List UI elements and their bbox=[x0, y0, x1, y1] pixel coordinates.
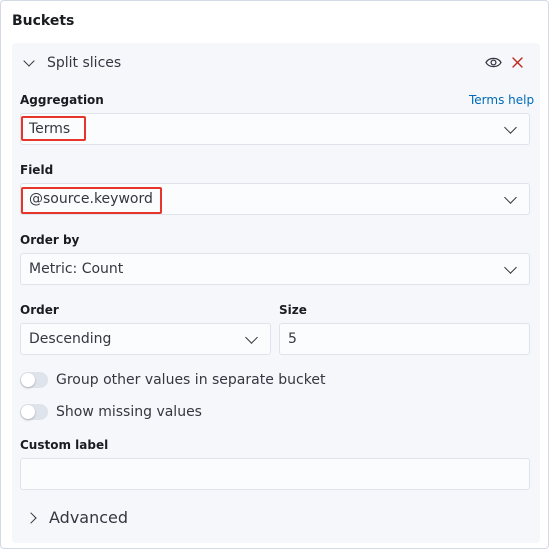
switch-off[interactable] bbox=[20, 404, 48, 420]
terms-help-link[interactable]: Terms help bbox=[469, 93, 534, 107]
buckets-title: Buckets bbox=[12, 13, 75, 29]
field-select[interactable]: @source.keyword bbox=[20, 183, 530, 215]
size-input[interactable]: 5 bbox=[279, 323, 530, 355]
advanced-label: Advanced bbox=[49, 508, 129, 527]
panel-title: Split slices bbox=[47, 55, 122, 71]
switch-knob bbox=[21, 405, 35, 419]
split-slices-toggle[interactable]: Split slices bbox=[23, 54, 122, 72]
chevron-down-icon bbox=[245, 331, 258, 344]
aggregation-select[interactable]: Terms bbox=[20, 113, 530, 145]
buckets-container: Buckets Split slices Aggregation Terms h… bbox=[0, 0, 549, 549]
chevron-down-icon bbox=[504, 191, 517, 204]
eye-icon[interactable] bbox=[485, 56, 502, 69]
chevron-down-icon bbox=[23, 55, 35, 67]
order-by-label: Order by bbox=[20, 233, 80, 247]
group-other-label: Group other values in separate bucket bbox=[56, 372, 326, 388]
order-by-select[interactable]: Metric: Count bbox=[20, 253, 530, 285]
switch-knob bbox=[21, 373, 35, 387]
aggregation-label: Aggregation bbox=[20, 93, 104, 107]
order-select[interactable]: Descending bbox=[20, 323, 271, 355]
show-missing-toggle[interactable]: Show missing values bbox=[20, 404, 202, 420]
custom-label-input[interactable] bbox=[20, 458, 530, 490]
order-value: Descending bbox=[29, 331, 112, 347]
chevron-down-icon bbox=[504, 121, 517, 134]
advanced-toggle[interactable]: Advanced bbox=[25, 508, 129, 527]
size-label: Size bbox=[279, 303, 307, 317]
chevron-right-icon bbox=[25, 511, 37, 524]
custom-label-label: Custom label bbox=[20, 438, 109, 452]
group-other-toggle[interactable]: Group other values in separate bucket bbox=[20, 372, 325, 388]
field-value: @source.keyword bbox=[29, 191, 153, 207]
delete-icon[interactable] bbox=[511, 56, 524, 69]
order-by-value: Metric: Count bbox=[29, 261, 124, 277]
field-label: Field bbox=[20, 163, 54, 177]
order-label: Order bbox=[20, 303, 59, 317]
chevron-down-icon bbox=[504, 261, 517, 274]
aggregation-value: Terms bbox=[29, 121, 71, 137]
show-missing-label: Show missing values bbox=[56, 404, 202, 420]
switch-off[interactable] bbox=[20, 372, 48, 388]
size-value: 5 bbox=[288, 331, 297, 347]
